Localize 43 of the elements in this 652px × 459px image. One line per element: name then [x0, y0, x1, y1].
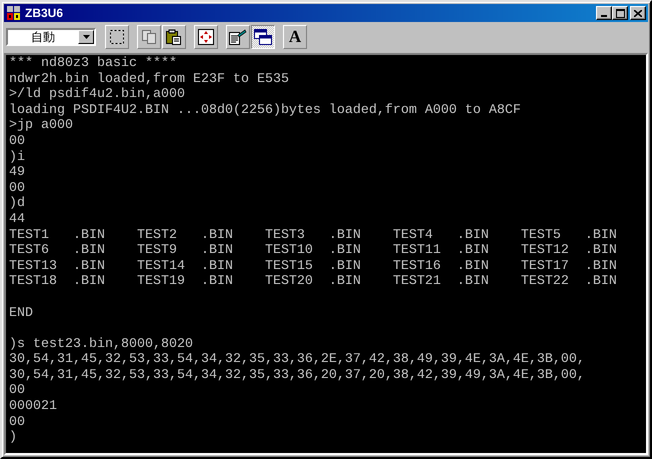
console-line: loading PSDIF4U2.BIN ...08d0(2256)bytes loaded,from A000 to A8CF	[9, 102, 522, 118]
console-line: TEST13 .BIN TEST14 .BIN TEST15 .BIN TEST16 .BIN TEST17 .BIN	[9, 258, 618, 274]
console-line: 00	[9, 383, 26, 400]
console-line: >jp a000	[9, 118, 74, 134]
maximize-button[interactable]	[612, 6, 628, 20]
console-line: 30,54,31,45,32,53,33,54,34,32,35,33,36,2E,37,42,38,49,39,4E,3A,4E,3B,00,	[9, 352, 586, 368]
console-line: TEST6 .BIN TEST9 .BIN TEST10 .BIN TEST11 .BIN TEST12 .BIN	[9, 243, 618, 259]
clipboard-icon	[166, 28, 182, 44]
fullscreen-button[interactable]	[194, 24, 218, 48]
minimize-button[interactable]	[596, 6, 612, 20]
console-line: )d	[9, 196, 26, 212]
console-line: END	[9, 306, 34, 322]
close-button[interactable]	[630, 6, 646, 20]
caret-icon	[82, 34, 90, 38]
properties-icon	[229, 28, 247, 44]
paste-button[interactable]	[162, 24, 186, 48]
close-icon	[634, 10, 642, 16]
console-line: )	[9, 430, 18, 446]
copy-icon	[141, 28, 157, 44]
font-button[interactable]: A	[283, 24, 307, 48]
console-line: 49	[9, 165, 26, 181]
maximize-icon	[616, 8, 624, 18]
console-line: 00	[9, 180, 26, 196]
console-line: TEST1 .BIN TEST2 .BIN TEST3 .BIN TEST4 .BIN TEST5 .BIN	[9, 228, 618, 244]
console-line: 000021	[9, 399, 58, 415]
font-size-dropdown[interactable]: 自動	[6, 28, 96, 46]
console-line: ndwr2h.bin loaded,from E23F to E535	[9, 72, 290, 87]
properties-button[interactable]	[226, 24, 250, 48]
console-line: TEST18 .BIN TEST19 .BIN TEST20 .BIN TEST21 .BIN TEST22 .BIN	[9, 274, 618, 290]
dashed-rectangle-icon	[109, 28, 125, 44]
window-title: ZB3U6	[25, 6, 64, 20]
console-line: >/ld psdif4u2.bin,a000	[9, 87, 186, 103]
console-line: 00	[9, 414, 26, 430]
windows-icon	[254, 28, 272, 44]
mark-button[interactable]	[105, 24, 129, 48]
console-line: )s test23.bin,8000,8020	[9, 336, 194, 352]
ms-dos-icon	[6, 5, 22, 21]
console-line: 30,54,31,45,32,53,33,54,34,32,35,33,36,20,37,20,38,42,39,49,3A,4E,3B,00,	[9, 368, 586, 384]
fullscreen-icon	[198, 28, 214, 44]
console-line: *** nd80z3 basic ****	[9, 56, 178, 72]
console-line: )i	[9, 150, 26, 166]
console-line: 44	[9, 212, 26, 228]
console-line: 00	[9, 134, 26, 150]
